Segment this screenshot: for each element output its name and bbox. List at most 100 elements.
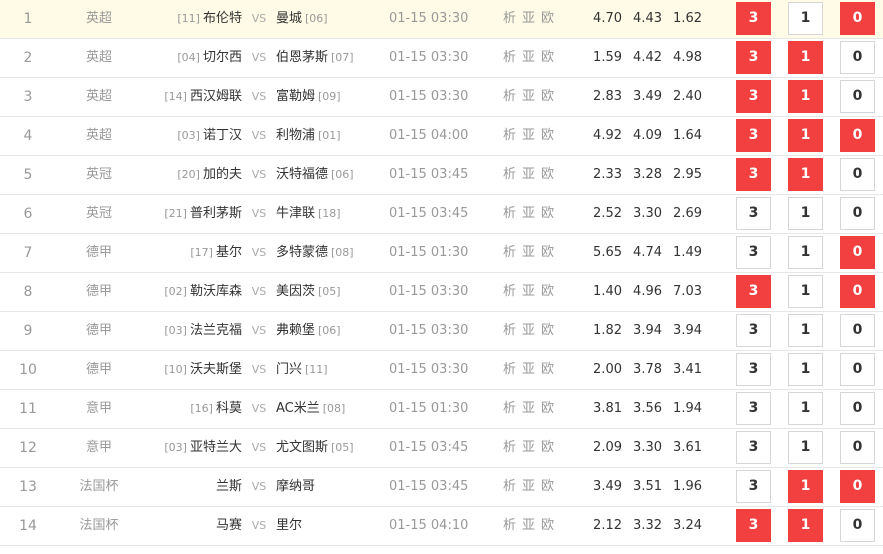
away-team[interactable]: 门兴 [11] — [276, 351, 376, 389]
pick-draw-button[interactable]: 1 — [788, 119, 823, 152]
league-name[interactable]: 英超 — [60, 39, 138, 77]
pick-win-button[interactable]: 3 — [736, 41, 771, 74]
away-team-name[interactable]: 里尔 — [276, 518, 302, 533]
away-team-name[interactable]: 美因茨 — [276, 284, 315, 299]
home-team-name[interactable]: 亚特兰大 — [190, 440, 242, 455]
pick-win-button[interactable]: 3 — [736, 392, 771, 425]
home-team[interactable]: 马赛 — [150, 507, 242, 545]
euro-odds-link[interactable]: 欧 — [541, 479, 554, 494]
asian-odds-link[interactable]: 亚 — [522, 167, 535, 182]
away-team[interactable]: AC米兰 [08] — [276, 390, 376, 428]
asian-odds-link[interactable]: 亚 — [522, 440, 535, 455]
home-team[interactable]: [11] 布伦特 — [150, 0, 242, 38]
league-name[interactable]: 意甲 — [60, 390, 138, 428]
away-team[interactable]: 利物浦 [01] — [276, 117, 376, 155]
pick-loss-button[interactable]: 0 — [840, 2, 875, 35]
analysis-link[interactable]: 析 — [503, 518, 516, 533]
away-team-name[interactable]: 弗赖堡 — [276, 323, 315, 338]
pick-win-button[interactable]: 3 — [736, 197, 771, 230]
asian-odds-link[interactable]: 亚 — [522, 284, 535, 299]
away-team[interactable]: 里尔 — [276, 507, 376, 545]
home-team[interactable]: [03] 亚特兰大 — [150, 429, 242, 467]
analysis-link[interactable]: 析 — [503, 440, 516, 455]
home-team[interactable]: [16] 科莫 — [150, 390, 242, 428]
pick-win-button[interactable]: 3 — [736, 2, 771, 35]
analysis-link[interactable]: 析 — [503, 50, 516, 65]
pick-draw-button[interactable]: 1 — [788, 158, 823, 191]
pick-loss-button[interactable]: 0 — [840, 80, 875, 113]
home-team-name[interactable]: 普利茅斯 — [190, 206, 242, 221]
pick-loss-button[interactable]: 0 — [840, 197, 875, 230]
home-team[interactable]: [03] 法兰克福 — [150, 312, 242, 350]
away-team-name[interactable]: 摩纳哥 — [276, 479, 315, 494]
away-team-name[interactable]: 沃特福德 — [276, 167, 328, 182]
pick-draw-button[interactable]: 1 — [788, 236, 823, 269]
pick-draw-button[interactable]: 1 — [788, 275, 823, 308]
home-team-name[interactable]: 西汉姆联 — [190, 89, 242, 104]
analysis-link[interactable]: 析 — [503, 167, 516, 182]
league-name[interactable]: 法国杯 — [60, 507, 138, 545]
pick-loss-button[interactable]: 0 — [840, 392, 875, 425]
euro-odds-link[interactable]: 欧 — [541, 440, 554, 455]
analysis-link[interactable]: 析 — [503, 284, 516, 299]
asian-odds-link[interactable]: 亚 — [522, 401, 535, 416]
home-team[interactable]: [04] 切尔西 — [150, 39, 242, 77]
euro-odds-link[interactable]: 欧 — [541, 50, 554, 65]
pick-loss-button[interactable]: 0 — [840, 314, 875, 347]
pick-draw-button[interactable]: 1 — [788, 470, 823, 503]
league-name[interactable]: 法国杯 — [60, 468, 138, 506]
asian-odds-link[interactable]: 亚 — [522, 479, 535, 494]
asian-odds-link[interactable]: 亚 — [522, 245, 535, 260]
pick-loss-button[interactable]: 0 — [840, 275, 875, 308]
pick-draw-button[interactable]: 1 — [788, 314, 823, 347]
asian-odds-link[interactable]: 亚 — [522, 11, 535, 26]
asian-odds-link[interactable]: 亚 — [522, 323, 535, 338]
league-name[interactable]: 德甲 — [60, 273, 138, 311]
pick-draw-button[interactable]: 1 — [788, 41, 823, 74]
analysis-link[interactable]: 析 — [503, 479, 516, 494]
home-team[interactable]: [20] 加的夫 — [150, 156, 242, 194]
pick-loss-button[interactable]: 0 — [840, 431, 875, 464]
home-team[interactable]: [17] 基尔 — [150, 234, 242, 272]
away-team-name[interactable]: 牛津联 — [276, 206, 315, 221]
home-team-name[interactable]: 勒沃库森 — [190, 284, 242, 299]
analysis-link[interactable]: 析 — [503, 89, 516, 104]
pick-win-button[interactable]: 3 — [736, 119, 771, 152]
league-name[interactable]: 德甲 — [60, 351, 138, 389]
pick-loss-button[interactable]: 0 — [840, 236, 875, 269]
away-team-name[interactable]: 富勒姆 — [276, 89, 315, 104]
asian-odds-link[interactable]: 亚 — [522, 206, 535, 221]
analysis-link[interactable]: 析 — [503, 11, 516, 26]
pick-draw-button[interactable]: 1 — [788, 80, 823, 113]
euro-odds-link[interactable]: 欧 — [541, 206, 554, 221]
home-team-name[interactable]: 基尔 — [216, 245, 242, 260]
league-name[interactable]: 英超 — [60, 78, 138, 116]
away-team[interactable]: 曼城 [06] — [276, 0, 376, 38]
euro-odds-link[interactable]: 欧 — [541, 11, 554, 26]
asian-odds-link[interactable]: 亚 — [522, 89, 535, 104]
euro-odds-link[interactable]: 欧 — [541, 167, 554, 182]
euro-odds-link[interactable]: 欧 — [541, 362, 554, 377]
away-team-name[interactable]: 多特蒙德 — [276, 245, 328, 260]
home-team[interactable]: [21] 普利茅斯 — [150, 195, 242, 233]
pick-win-button[interactable]: 3 — [736, 275, 771, 308]
home-team-name[interactable]: 加的夫 — [203, 167, 242, 182]
home-team-name[interactable]: 马赛 — [216, 518, 242, 533]
away-team[interactable]: 沃特福德 [06] — [276, 156, 376, 194]
euro-odds-link[interactable]: 欧 — [541, 89, 554, 104]
analysis-link[interactable]: 析 — [503, 128, 516, 143]
pick-draw-button[interactable]: 1 — [788, 392, 823, 425]
home-team[interactable]: [03] 诺丁汉 — [150, 117, 242, 155]
away-team-name[interactable]: 利物浦 — [276, 128, 315, 143]
away-team-name[interactable]: 门兴 — [276, 362, 302, 377]
pick-win-button[interactable]: 3 — [736, 431, 771, 464]
asian-odds-link[interactable]: 亚 — [522, 50, 535, 65]
away-team-name[interactable]: AC米兰 — [276, 401, 320, 416]
home-team-name[interactable]: 切尔西 — [203, 50, 242, 65]
away-team-name[interactable]: 尤文图斯 — [276, 440, 328, 455]
euro-odds-link[interactable]: 欧 — [541, 401, 554, 416]
pick-draw-button[interactable]: 1 — [788, 197, 823, 230]
home-team-name[interactable]: 法兰克福 — [190, 323, 242, 338]
home-team[interactable]: [10] 沃夫斯堡 — [150, 351, 242, 389]
pick-win-button[interactable]: 3 — [736, 80, 771, 113]
